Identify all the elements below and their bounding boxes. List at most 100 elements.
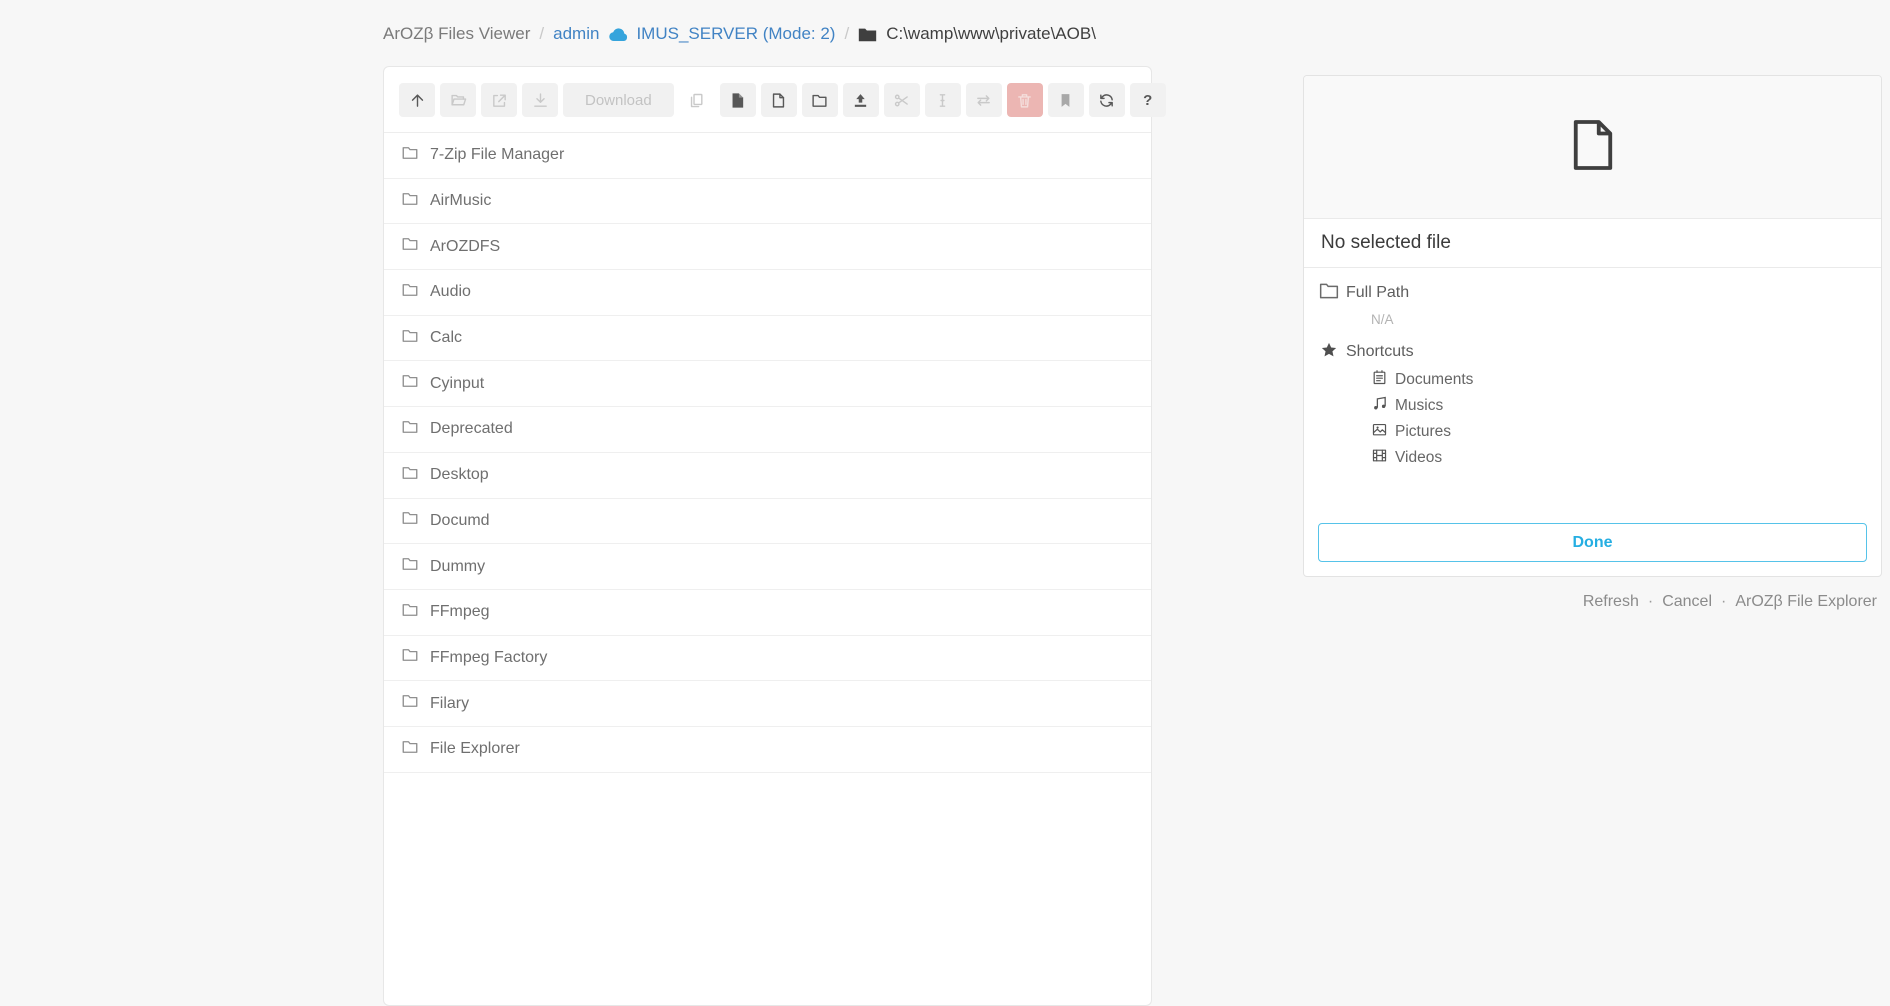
rename-button[interactable] — [925, 83, 961, 117]
download-button[interactable]: Download — [563, 83, 674, 117]
delete-button[interactable] — [1007, 83, 1043, 117]
file-row[interactable]: Cyinput — [384, 361, 1151, 407]
file-row[interactable]: Dummy — [384, 544, 1151, 590]
file-row[interactable]: Deprecated — [384, 407, 1151, 453]
file-row[interactable]: Desktop — [384, 453, 1151, 499]
download-label: Download — [585, 92, 652, 109]
folder-icon — [401, 646, 419, 669]
new-folder-button[interactable] — [802, 83, 838, 117]
folder-outline-icon — [1319, 282, 1339, 305]
download-icon — [532, 92, 549, 109]
breadcrumb-user-link[interactable]: admin — [553, 24, 599, 44]
file-name: Dummy — [430, 558, 485, 576]
download-file-button[interactable] — [522, 83, 558, 117]
paste-button[interactable] — [720, 83, 756, 117]
file-name: 7-Zip File Manager — [430, 146, 564, 164]
star-icon — [1319, 341, 1339, 364]
folder-icon — [401, 692, 419, 715]
file-name: Desktop — [430, 466, 489, 484]
file-name: AirMusic — [430, 192, 491, 210]
file-row[interactable]: AirMusic — [384, 179, 1151, 225]
file-row[interactable]: 7-Zip File Manager — [384, 133, 1151, 179]
open-button[interactable] — [440, 83, 476, 117]
file-name: ArOZDFS — [430, 238, 500, 256]
folder-icon — [401, 327, 419, 350]
folder-icon — [401, 190, 419, 213]
file-row[interactable]: Calc — [384, 316, 1151, 362]
file-name: Filary — [430, 695, 469, 713]
copy-icon — [688, 92, 705, 109]
upload-icon — [852, 92, 869, 109]
selection-status-title: No selected file — [1304, 219, 1881, 268]
move-button[interactable] — [966, 83, 1002, 117]
shortcut-musics[interactable]: Musics — [1371, 396, 1866, 416]
file-name: Cyinput — [430, 375, 484, 393]
open-new-tab-button[interactable] — [481, 83, 517, 117]
folder-icon — [401, 601, 419, 624]
help-button[interactable]: ? — [1130, 83, 1166, 117]
shortcut-label: Musics — [1395, 397, 1443, 415]
shortcut-label: Documents — [1395, 371, 1473, 389]
full-path-row: Full Path — [1319, 281, 1866, 305]
toolbar: Download? — [384, 67, 1151, 133]
bookmark-icon — [1057, 92, 1074, 109]
file-list: 7-Zip File Manager AirMusic ArOZDFS Audio Ca… — [384, 133, 1151, 773]
footer-link-refresh[interactable]: Refresh — [1583, 593, 1639, 611]
file-preview-area — [1304, 76, 1881, 219]
up-button[interactable] — [399, 83, 435, 117]
file-name: File Explorer — [430, 740, 520, 758]
refresh-button[interactable] — [1089, 83, 1125, 117]
file-name: FFmpeg — [430, 603, 490, 621]
file-row[interactable]: FFmpeg Factory — [384, 636, 1151, 682]
exchange-icon — [975, 92, 992, 109]
documents-icon — [1371, 369, 1388, 391]
external-link-icon — [491, 92, 508, 109]
shortcut-documents[interactable]: Documents — [1371, 370, 1866, 390]
file-row[interactable]: Documd — [384, 499, 1151, 545]
file-name: Deprecated — [430, 420, 513, 438]
footer-link-aroz-file-explorer[interactable]: ArOZβ File Explorer — [1735, 593, 1877, 611]
folder-icon — [401, 555, 419, 578]
folder-icon — [401, 509, 419, 532]
shortcut-pictures[interactable]: Pictures — [1371, 422, 1866, 442]
blank-file-icon — [1570, 118, 1616, 177]
new-file-icon — [770, 92, 787, 109]
shortcut-videos[interactable]: Videos — [1371, 448, 1866, 468]
file-row[interactable]: File Explorer — [384, 727, 1151, 773]
help-label: ? — [1143, 92, 1152, 109]
folder-open-icon — [450, 92, 467, 109]
done-button[interactable]: Done — [1318, 523, 1867, 562]
file-properties-panel: No selected file Full Path N/A Shortcuts… — [1303, 75, 1882, 577]
folder-icon — [858, 27, 877, 42]
file-row[interactable]: Audio — [384, 270, 1151, 316]
full-path-value: N/A — [1371, 312, 1866, 327]
footer-separator: · — [1721, 593, 1726, 611]
copy-button[interactable] — [679, 83, 715, 117]
footer-link-cancel[interactable]: Cancel — [1662, 593, 1712, 611]
file-row[interactable]: FFmpeg — [384, 590, 1151, 636]
text-cursor-icon — [934, 92, 951, 109]
app-title: ArOZβ Files Viewer — [383, 24, 530, 44]
upload-button[interactable] — [843, 83, 879, 117]
file-name: Audio — [430, 283, 471, 301]
shortcuts-label: Shortcuts — [1346, 343, 1414, 361]
shortcut-label: Videos — [1395, 449, 1442, 467]
new-folder-icon — [811, 92, 828, 109]
breadcrumb-separator: / — [539, 24, 544, 44]
scissors-icon — [893, 92, 910, 109]
paste-icon — [729, 92, 746, 109]
breadcrumb-server-link[interactable]: IMUS_SERVER (Mode: 2) — [636, 24, 835, 44]
folder-icon — [401, 144, 419, 167]
folder-icon — [401, 281, 419, 304]
new-file-button[interactable] — [761, 83, 797, 117]
folder-icon — [401, 464, 419, 487]
footer-links: Refresh·Cancel·ArOZβ File Explorer — [1583, 593, 1877, 611]
bookmark-button[interactable] — [1048, 83, 1084, 117]
folder-icon — [401, 372, 419, 395]
file-name: FFmpeg Factory — [430, 649, 547, 667]
panel-body: Full Path N/A Shortcuts Documents Musics P… — [1304, 268, 1881, 481]
cut-button[interactable] — [884, 83, 920, 117]
file-row[interactable]: Filary — [384, 681, 1151, 727]
arrow-up-icon — [409, 92, 426, 109]
file-row[interactable]: ArOZDFS — [384, 224, 1151, 270]
